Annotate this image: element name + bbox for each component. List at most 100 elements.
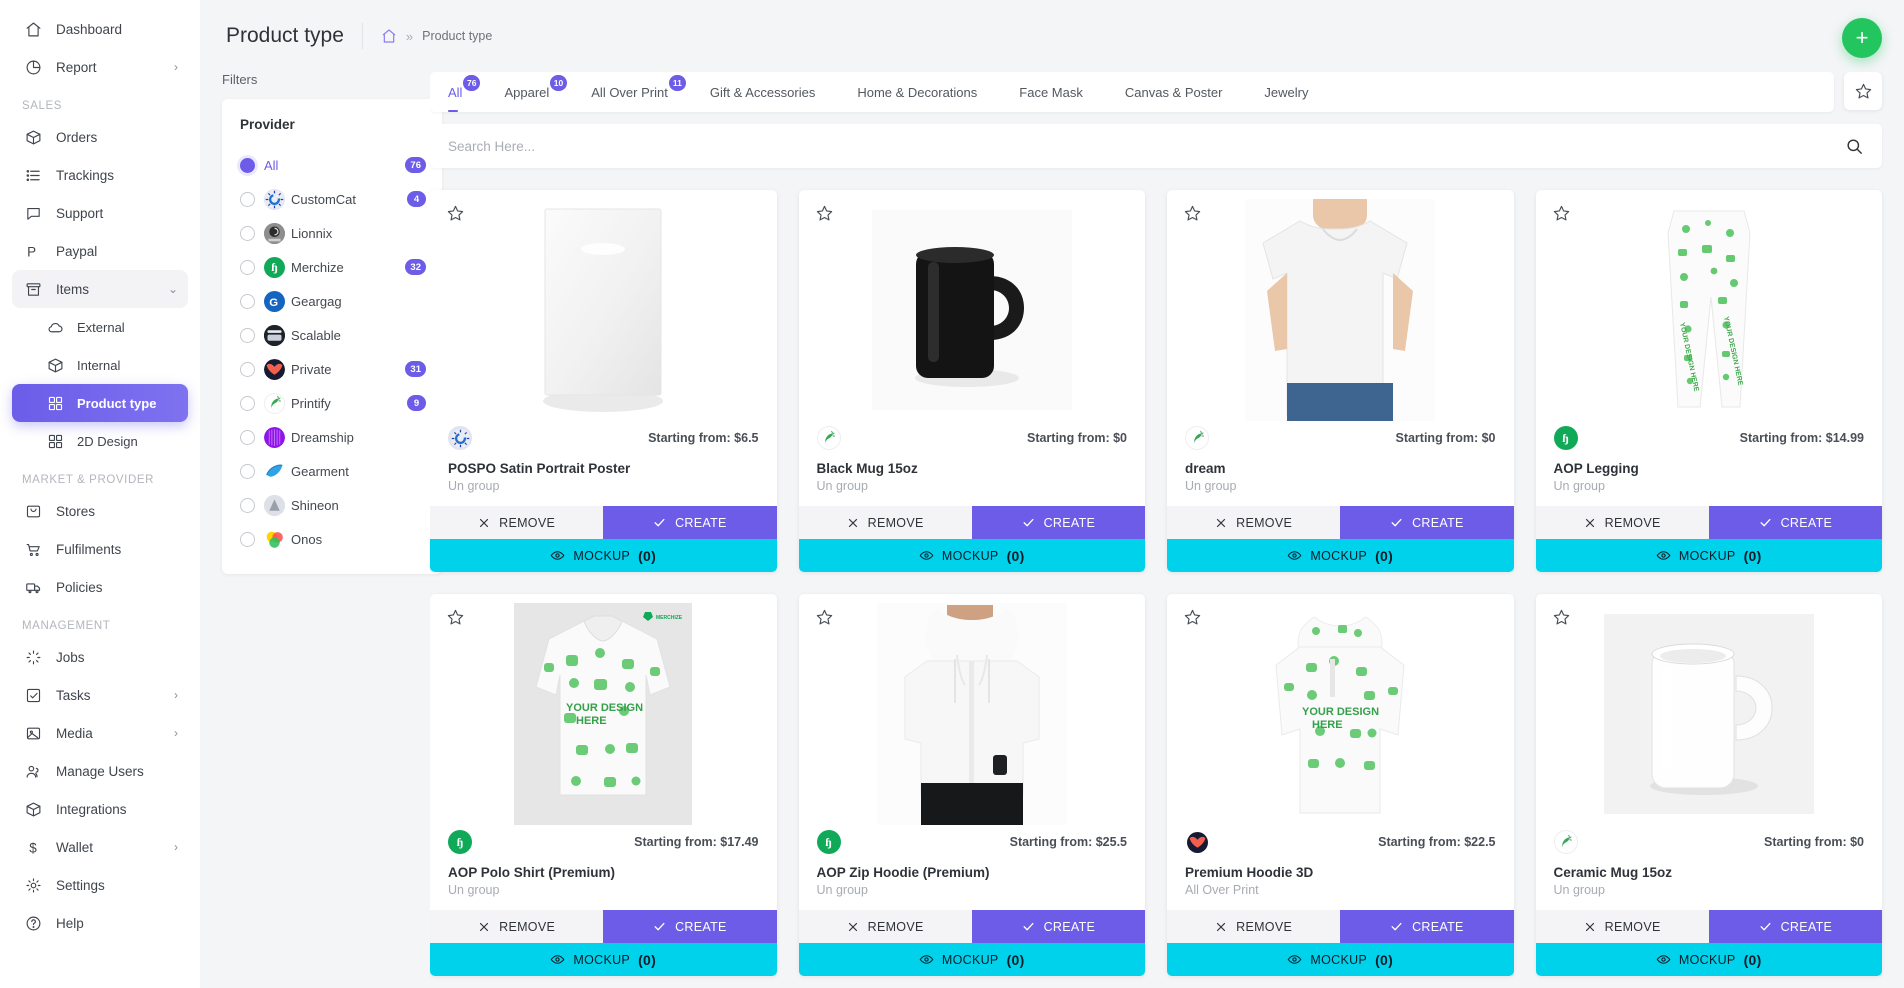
remove-button[interactable]: REMOVE xyxy=(798,910,972,943)
favorite-star-icon[interactable] xyxy=(815,204,834,223)
tab-jewelry[interactable]: Jewelry xyxy=(1264,72,1314,112)
create-button[interactable]: CREATE xyxy=(971,910,1145,943)
radio-customcat[interactable] xyxy=(240,191,255,207)
sidebar-item-policies[interactable]: Policies xyxy=(12,568,188,606)
sidebar-item-wallet[interactable]: $ Wallet › xyxy=(12,828,188,866)
sidebar-item-items[interactable]: Items ⌄ xyxy=(12,270,188,308)
provider-filter-printify[interactable]: Printify 9 xyxy=(240,386,426,420)
sidebar-item-manage-users[interactable]: Manage Users xyxy=(12,752,188,790)
sidebar-item-media[interactable]: Media › xyxy=(12,714,188,752)
provider-filter-all[interactable]: All 76 xyxy=(240,148,426,182)
remove-button[interactable]: REMOVE xyxy=(1167,910,1341,943)
create-button[interactable]: CREATE xyxy=(1340,506,1514,539)
sidebar-item-paypal[interactable]: P Paypal xyxy=(12,232,188,270)
sidebar-item-internal[interactable]: Internal xyxy=(12,346,188,384)
tab-face-mask[interactable]: Face Mask xyxy=(1019,72,1089,112)
provider-filter-scalable[interactable]: Scalable xyxy=(240,318,426,352)
search-bar[interactable] xyxy=(430,124,1882,168)
provider-filter-onos[interactable]: Onos xyxy=(240,522,426,556)
remove-button[interactable]: REMOVE xyxy=(430,910,604,943)
product-card[interactable]: Starting from: $0 Ceramic Mug 15oz Un gr… xyxy=(1535,594,1882,976)
radio-onos[interactable] xyxy=(240,531,255,547)
favorite-star-icon[interactable] xyxy=(1183,204,1202,223)
tab-all-over-print[interactable]: All Over Print 11 xyxy=(591,72,686,112)
chevron-right-icon[interactable]: › xyxy=(174,688,178,702)
provider-filter-dreamship[interactable]: Dreamship xyxy=(240,420,426,454)
mockup-button[interactable]: MOCKUP (0) xyxy=(1535,539,1882,572)
remove-button[interactable]: REMOVE xyxy=(1167,506,1341,539)
sidebar-item-jobs[interactable]: Jobs xyxy=(12,638,188,676)
provider-filter-geargag[interactable]: G Geargag xyxy=(240,284,426,318)
tab-canvas-poster[interactable]: Canvas & Poster xyxy=(1125,72,1229,112)
search-icon[interactable] xyxy=(1845,137,1864,156)
mockup-button[interactable]: MOCKUP (0) xyxy=(798,539,1145,572)
sidebar-item-fulfilments[interactable]: Fulfilments xyxy=(12,530,188,568)
tab-all[interactable]: All 76 xyxy=(448,72,481,112)
sidebar-item-product-type[interactable]: Product type xyxy=(12,384,188,422)
remove-button[interactable]: REMOVE xyxy=(798,506,972,539)
favorites-filter-button[interactable] xyxy=(1844,72,1882,110)
product-card[interactable]: YOUR DESIGN HERE MERCHIZE ɧ Starting from:… xyxy=(430,594,777,976)
radio-all[interactable] xyxy=(240,157,255,173)
provider-filter-customcat[interactable]: CustomCat 4 xyxy=(240,182,426,216)
provider-filter-shineon[interactable]: Shineon xyxy=(240,488,426,522)
provider-filter-merchize[interactable]: ɧ Merchize 32 xyxy=(240,250,426,284)
provider-filter-lionnix[interactable]: Lionnix xyxy=(240,216,426,250)
sidebar-item-support[interactable]: Support xyxy=(12,194,188,232)
sidebar-item-stores[interactable]: Stores xyxy=(12,492,188,530)
product-card[interactable]: ɧ Starting from: $25.5 AOP Zip Hoodie (P… xyxy=(798,594,1145,976)
favorite-star-icon[interactable] xyxy=(815,608,834,627)
product-card[interactable]: YOUR DESIGN HERE Starting from: $22.5 Pre… xyxy=(1167,594,1514,976)
tab-home-decorations[interactable]: Home & Decorations xyxy=(857,72,983,112)
search-input[interactable] xyxy=(448,138,1845,154)
radio-gearment[interactable] xyxy=(240,463,255,479)
breadcrumb-current[interactable]: Product type xyxy=(422,29,492,43)
sidebar-item-settings[interactable]: Settings xyxy=(12,866,188,904)
create-button[interactable]: CREATE xyxy=(1708,506,1882,539)
chevron-down-icon[interactable]: ⌄ xyxy=(168,282,178,296)
mockup-button[interactable]: MOCKUP (0) xyxy=(1535,943,1882,976)
remove-button[interactable]: REMOVE xyxy=(1535,910,1709,943)
sidebar-item-2d-design[interactable]: 2D Design xyxy=(12,422,188,460)
home-icon[interactable] xyxy=(381,28,397,44)
chevron-right-icon[interactable]: › xyxy=(174,840,178,854)
radio-printify[interactable] xyxy=(240,395,255,411)
sidebar-item-trackings[interactable]: Trackings xyxy=(12,156,188,194)
product-card[interactable]: Starting from: $0 dream Un group REMOVE … xyxy=(1167,190,1514,572)
product-card[interactable]: Starting from: $6.5 POSPO Satin Portrait… xyxy=(430,190,777,572)
chevron-right-icon[interactable]: › xyxy=(174,726,178,740)
favorite-star-icon[interactable] xyxy=(1552,204,1571,223)
favorite-star-icon[interactable] xyxy=(446,608,465,627)
remove-button[interactable]: REMOVE xyxy=(1535,506,1709,539)
favorite-star-icon[interactable] xyxy=(446,204,465,223)
radio-shineon[interactable] xyxy=(240,497,255,513)
provider-filter-gearment[interactable]: Gearment xyxy=(240,454,426,488)
create-button[interactable]: CREATE xyxy=(971,506,1145,539)
tab-gift-accessories[interactable]: Gift & Accessories xyxy=(710,72,821,112)
favorite-star-icon[interactable] xyxy=(1552,608,1571,627)
mockup-button[interactable]: MOCKUP (0) xyxy=(430,943,777,976)
create-button[interactable]: CREATE xyxy=(603,910,777,943)
create-button[interactable]: CREATE xyxy=(603,506,777,539)
radio-private[interactable] xyxy=(240,361,255,377)
product-card[interactable]: Starting from: $0 Black Mug 15oz Un grou… xyxy=(798,190,1145,572)
sidebar-item-external[interactable]: External xyxy=(12,308,188,346)
create-button[interactable]: CREATE xyxy=(1340,910,1514,943)
mockup-button[interactable]: MOCKUP (0) xyxy=(1167,943,1514,976)
mockup-button[interactable]: MOCKUP (0) xyxy=(430,539,777,572)
provider-filter-private[interactable]: Private 31 xyxy=(240,352,426,386)
radio-scalable[interactable] xyxy=(240,327,255,343)
sidebar-item-dashboard[interactable]: Dashboard xyxy=(12,10,188,48)
radio-merchize[interactable] xyxy=(240,259,255,275)
sidebar-item-integrations[interactable]: Integrations xyxy=(12,790,188,828)
add-product-button[interactable]: + xyxy=(1842,18,1882,58)
sidebar-item-report[interactable]: Report › xyxy=(12,48,188,86)
radio-geargag[interactable] xyxy=(240,293,255,309)
create-button[interactable]: CREATE xyxy=(1708,910,1882,943)
sidebar-item-help[interactable]: Help xyxy=(12,904,188,942)
chevron-right-icon[interactable]: › xyxy=(174,60,178,74)
remove-button[interactable]: REMOVE xyxy=(430,506,604,539)
sidebar-item-orders[interactable]: Orders xyxy=(12,118,188,156)
tab-apparel[interactable]: Apparel 10 xyxy=(504,72,568,112)
radio-lionnix[interactable] xyxy=(240,225,255,241)
